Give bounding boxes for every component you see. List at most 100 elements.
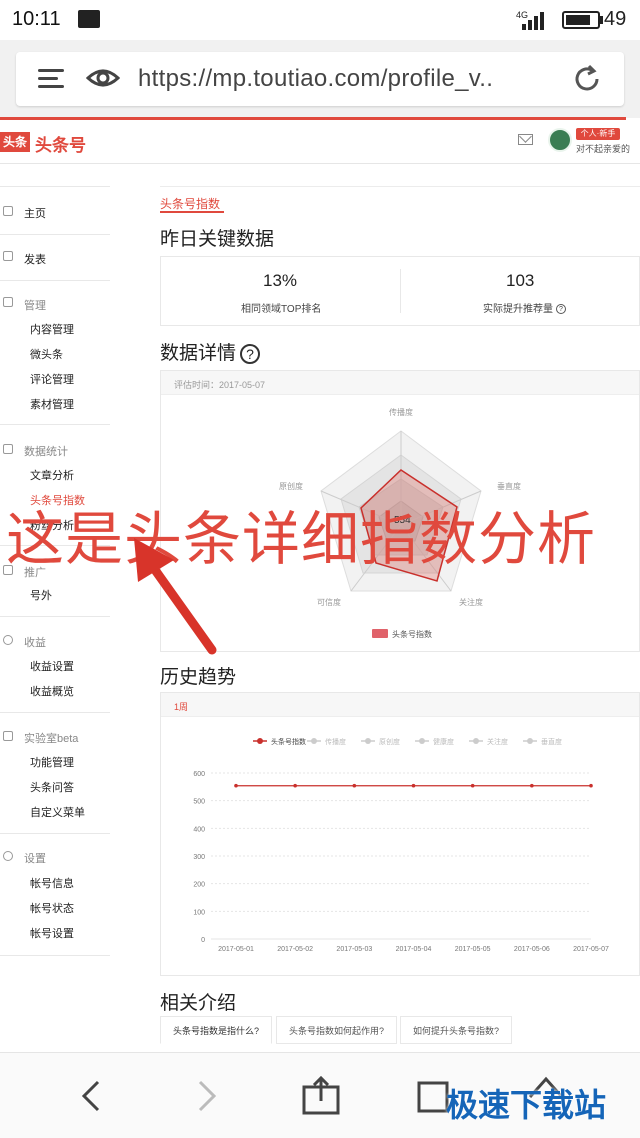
legend-dot	[257, 738, 263, 744]
sidebar-item-haowai[interactable]: 号外	[30, 587, 52, 603]
sidebar-item-content[interactable]: 内容管理	[30, 321, 74, 337]
series-point	[411, 783, 416, 788]
address-bar[interactable]: https://mp.toutiao.com/profile_v..	[16, 52, 624, 106]
watermark: 极速下载站	[446, 1087, 607, 1123]
legend-dot	[365, 738, 371, 744]
radar-axis-original: 原创度	[279, 481, 303, 491]
help-circle-icon[interactable]: ?	[240, 343, 261, 364]
user-name[interactable]: 对不起亲爱的	[576, 142, 630, 155]
lab-icon	[3, 731, 13, 741]
radar-axis-spread: 传播度	[389, 407, 413, 417]
sidebar-item-account-status[interactable]: 帐号状态	[30, 900, 74, 916]
history-title: 历史趋势	[160, 667, 237, 688]
kpi-recommend-value: 103	[506, 271, 535, 290]
history-card-header	[161, 693, 639, 717]
related-tab-how[interactable]: 头条号指数如何起作用?	[276, 1016, 398, 1044]
site-header: 头条 头条号 个人·新手 对不起亲爱的	[0, 120, 640, 164]
mail-icon[interactable]	[518, 134, 533, 145]
series-point	[470, 783, 475, 788]
sidebar-item-weitoutiao[interactable]: 微头条	[30, 346, 63, 362]
legend-dot	[527, 738, 533, 744]
annotation-arrow-icon	[134, 538, 217, 655]
sidebar-item-home[interactable]: 主页	[24, 205, 46, 221]
sidebar-item-materials[interactable]: 素材管理	[30, 396, 74, 412]
site-logo[interactable]: 头条	[0, 132, 30, 152]
annotation-caption: 这是头条详细指数分析	[6, 507, 597, 572]
y-tick-label: 300	[193, 854, 205, 861]
home-icon	[3, 206, 13, 216]
gallery-icon	[78, 10, 100, 28]
sidebar-item-account-settings[interactable]: 帐号设置	[30, 925, 74, 941]
eval-time: 评估时间：2017-05-07	[174, 380, 266, 390]
related-tab-improve[interactable]: 如何提升头条号指数?	[400, 1016, 513, 1044]
series-point	[530, 783, 534, 788]
kpi-top-rank-label: 相同领域TOP排名	[241, 304, 322, 315]
sidebar-divider	[0, 955, 110, 956]
x-tick-label: 2017-05-01	[218, 946, 254, 953]
share-icon[interactable]	[302, 1075, 340, 1115]
signal-icon	[522, 10, 548, 30]
legend-label: 原创度	[379, 737, 400, 746]
x-tick-label: 2017-05-06	[514, 946, 550, 953]
radar-axis-credible: 可信度	[317, 597, 341, 607]
sidebar-head-lab: 实验室beta	[24, 733, 79, 745]
battery-cap	[600, 16, 603, 24]
related-tabs: 头条号指数是指什么? 头条号指数如何起作用? 如何提升头条号指数?	[160, 1016, 640, 1044]
avatar[interactable]	[548, 128, 572, 152]
sidebar-item-article-analysis[interactable]: 文章分析	[30, 467, 74, 483]
sidebar-divider	[0, 616, 110, 617]
radar-axis-vertical: 垂直度	[497, 481, 521, 491]
tab-index[interactable]: 头条号指数	[160, 195, 220, 212]
x-tick-label: 2017-05-05	[455, 946, 491, 953]
related-title: 相关介绍	[160, 993, 237, 1014]
tab-strip-line	[160, 186, 640, 187]
x-tick-label: 2017-05-03	[336, 946, 372, 953]
site-logo-text[interactable]: 头条号	[35, 131, 86, 156]
kpi-divider	[400, 269, 401, 313]
url-text[interactable]: https://mp.toutiao.com/profile_v..	[138, 65, 493, 93]
sidebar-divider	[0, 280, 110, 281]
user-level-badge: 个人·新手	[576, 128, 620, 140]
sidebar-item-qa[interactable]: 头条问答	[30, 779, 74, 795]
sidebar-item-comments[interactable]: 评论管理	[30, 371, 74, 387]
sidebar-item-features[interactable]: 功能管理	[30, 754, 74, 770]
back-icon[interactable]	[78, 1079, 104, 1113]
sidebar-head-settings: 设置	[24, 853, 46, 865]
help-icon[interactable]: ?	[556, 304, 566, 315]
yesterday-title: 昨日关键数据	[160, 229, 275, 250]
sidebar-item-income-overview[interactable]: 收益概览	[30, 683, 74, 699]
history-period-tab[interactable]: 1周	[174, 700, 188, 713]
kpi-recommend-label-text: 实际提升推荐量	[483, 304, 553, 315]
eye-icon[interactable]	[85, 66, 121, 90]
edit-icon	[3, 251, 13, 261]
history-line-chart: 头条号指数 传播度 原创度 健康度 关注度 垂直度 0 100 200 300 400 500 600 2…	[193, 737, 609, 953]
x-tick-label: 2017-05-04	[396, 946, 432, 953]
related-tab-what[interactable]: 头条号指数是指什么?	[160, 1016, 273, 1044]
detail-title: 数据详情?	[160, 338, 261, 365]
sidebar-item-publish[interactable]: 发表	[24, 251, 46, 267]
sidebar-divider	[0, 833, 110, 834]
y-tick-label: 0	[201, 937, 205, 944]
series-point	[293, 783, 297, 788]
radar-axis-follow: 关注度	[459, 597, 483, 607]
stats-icon	[3, 444, 13, 454]
income-icon	[3, 635, 13, 645]
sidebar-head-income: 收益	[24, 637, 46, 649]
legend-label: 垂直度	[541, 737, 562, 746]
menu-icon[interactable]	[38, 69, 64, 89]
forward-icon[interactable]	[194, 1079, 220, 1113]
reload-icon[interactable]	[572, 64, 602, 94]
status-time: 10:11	[12, 8, 61, 30]
kpi-card: 13% 相同领域TOP排名 103 实际提升推荐量?	[160, 256, 640, 326]
x-tick-label: 2017-05-02	[277, 946, 313, 953]
kpi-top-rank-value: 13%	[263, 271, 298, 290]
legend-label: 传播度	[325, 737, 346, 746]
sidebar-item-account-info[interactable]: 帐号信息	[30, 875, 74, 891]
x-tick-label: 2017-05-07	[573, 946, 609, 953]
sidebar-item-custom-menu[interactable]: 自定义菜单	[30, 804, 85, 820]
manage-icon	[3, 297, 13, 307]
sidebar-item-income-settings[interactable]: 收益设置	[30, 658, 74, 674]
y-tick-label: 600	[193, 771, 205, 778]
sidebar-divider	[0, 712, 110, 713]
y-tick-label: 400	[193, 826, 205, 833]
